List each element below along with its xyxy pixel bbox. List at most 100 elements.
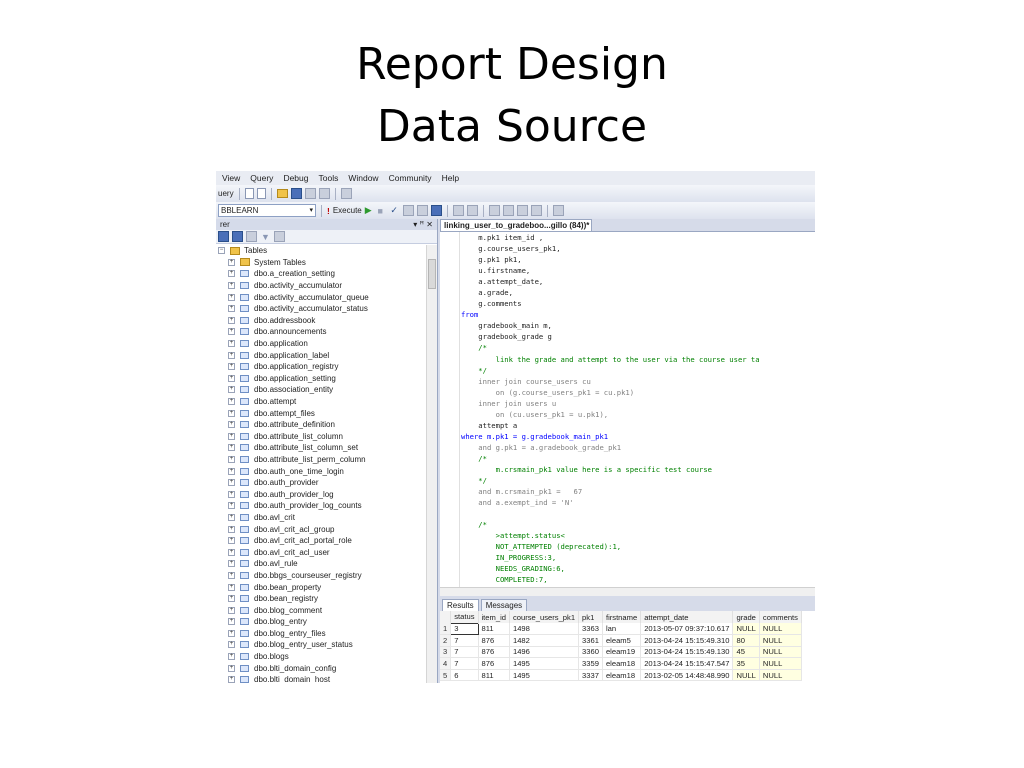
table-cell[interactable]: 3361 xyxy=(578,634,603,647)
expand-icon[interactable]: + xyxy=(228,490,235,498)
tree-node-table[interactable]: + dbo.blogs xyxy=(216,651,426,663)
expand-icon[interactable]: + xyxy=(228,455,235,463)
tree-node-table[interactable]: + dbo.blog_entry xyxy=(216,616,426,628)
table-cell[interactable]: NULL xyxy=(759,646,802,659)
tree-node-table[interactable]: + dbo.auth_provider_log xyxy=(216,488,426,500)
tree-node-table[interactable]: + dbo.avl_rule xyxy=(216,558,426,570)
results-grid[interactable]: status item_id course_users_pk1 pk1 firstnam… xyxy=(440,611,815,683)
expand-icon[interactable]: + xyxy=(228,374,235,382)
expand-icon[interactable]: + xyxy=(228,653,235,661)
expand-icon[interactable]: + xyxy=(228,560,235,568)
save-icon[interactable] xyxy=(290,188,302,199)
tree-node-table[interactable]: + dbo.application_registry xyxy=(216,361,426,373)
save-all-icon[interactable] xyxy=(304,188,316,199)
table-cell[interactable]: 2013-04-24 15:15:49.130 xyxy=(640,646,734,659)
table-cell[interactable]: 80 xyxy=(732,634,760,647)
table-cell[interactable]: eleam18 xyxy=(602,669,642,682)
open-folder-icon[interactable] xyxy=(276,189,288,198)
debug-play-icon[interactable]: ▶ xyxy=(365,205,372,216)
disconnect-icon[interactable] xyxy=(232,231,243,242)
table-row[interactable]: 5 6 811 1495 3337 eleam18 2013-02-05 14:48:48.… xyxy=(440,669,802,682)
expand-icon[interactable]: + xyxy=(228,664,235,672)
display-plan-icon[interactable] xyxy=(402,205,414,216)
table-cell[interactable]: 3 xyxy=(450,622,479,636)
table-row[interactable]: 1 3 811 1498 3363 lan 2013-05-07 09:37:10.617 N… xyxy=(440,622,802,636)
tree-node-table[interactable]: + dbo.blti_domain_config xyxy=(216,662,426,674)
new-project-icon[interactable] xyxy=(256,188,266,199)
filter-icon[interactable]: ▼ xyxy=(260,231,271,242)
expand-icon[interactable]: + xyxy=(228,513,235,521)
table-cell[interactable]: NULL xyxy=(759,657,802,670)
connect-icon[interactable] xyxy=(218,231,229,242)
new-query-label[interactable]: uery xyxy=(218,189,234,198)
expand-icon[interactable]: + xyxy=(228,270,235,278)
expand-icon[interactable]: + xyxy=(228,676,235,683)
column-header[interactable]: comments xyxy=(759,611,802,623)
table-cell[interactable]: 3337 xyxy=(578,669,603,682)
menu-tools[interactable]: Tools xyxy=(319,173,339,183)
expand-icon[interactable]: + xyxy=(228,351,235,359)
table-cell[interactable]: 3359 xyxy=(578,657,603,670)
row-number[interactable]: 4 xyxy=(440,657,452,670)
table-row[interactable]: 4 7 876 1495 3359 eleam18 2013-04-24 15:15:47.… xyxy=(440,657,802,670)
tree-node-table[interactable]: + dbo.a_creation_setting xyxy=(216,268,426,280)
refresh-icon[interactable] xyxy=(274,231,285,242)
table-cell[interactable]: NULL xyxy=(732,669,760,682)
tree-node-table[interactable]: + dbo.bean_property xyxy=(216,581,426,593)
table-cell[interactable]: 1498 xyxy=(509,623,580,636)
stop-icon[interactable] xyxy=(246,231,257,242)
parse-check-icon[interactable]: ✓ xyxy=(389,205,400,216)
table-cell[interactable]: 1482 xyxy=(509,634,580,647)
tree-node-table[interactable]: + dbo.addressbook xyxy=(216,315,426,327)
table-row[interactable]: 3 7 876 1496 3360 eleam19 2013-04-24 15:15:49.… xyxy=(440,646,802,659)
table-cell[interactable]: 1496 xyxy=(509,646,580,659)
table-cell[interactable]: NULL xyxy=(759,669,802,682)
table-cell[interactable]: 45 xyxy=(732,646,760,659)
menu-view[interactable]: View xyxy=(222,173,240,183)
table-cell[interactable]: 876 xyxy=(478,657,510,670)
tree-node-table[interactable]: + dbo.bbgs_courseuser_registry xyxy=(216,570,426,582)
database-select[interactable]: BBLEARN ▾ xyxy=(218,204,316,217)
table-cell[interactable]: NULL xyxy=(732,623,760,636)
tree-node-table[interactable]: + dbo.activity_accumulator_queue xyxy=(216,291,426,303)
expand-icon[interactable]: + xyxy=(228,340,235,348)
table-row[interactable]: 2 7 876 1482 3361 eleam5 2013-04-24 15:15:49.3… xyxy=(440,634,802,647)
tree-node-table[interactable]: + dbo.activity_accumulator xyxy=(216,280,426,292)
table-cell[interactable]: 876 xyxy=(478,646,510,659)
scrollbar-thumb[interactable] xyxy=(428,259,436,289)
expand-icon[interactable]: + xyxy=(228,583,235,591)
results-to-file-icon[interactable] xyxy=(466,205,478,216)
table-cell[interactable]: 811 xyxy=(478,623,510,636)
table-cell[interactable]: 3360 xyxy=(578,646,603,659)
tree-node-table[interactable]: + dbo.blog_entry_user_status xyxy=(216,639,426,651)
tree-node-table[interactable]: + dbo.blti_domain_host xyxy=(216,674,426,683)
tab-query-file[interactable]: linking_user_to_gradeboo...gillo (84))* xyxy=(440,219,592,231)
tree-node-table[interactable]: + dbo.avl_crit_acl_user xyxy=(216,546,426,558)
tree-node-table[interactable]: + dbo.application_label xyxy=(216,349,426,361)
table-cell[interactable]: 1495 xyxy=(509,657,580,670)
table-cell[interactable]: 876 xyxy=(478,634,510,647)
menu-query[interactable]: Query xyxy=(250,173,273,183)
expand-icon[interactable]: + xyxy=(228,363,235,371)
table-cell[interactable]: lan xyxy=(602,623,642,636)
expand-icon[interactable]: + xyxy=(228,328,235,336)
comment-out-icon[interactable] xyxy=(488,205,500,216)
execute-button[interactable]: Execute xyxy=(333,206,362,215)
table-cell[interactable]: 35 xyxy=(732,657,760,670)
column-header[interactable]: grade xyxy=(732,611,760,623)
table-cell[interactable]: eleam19 xyxy=(602,646,642,659)
expand-icon[interactable]: + xyxy=(228,571,235,579)
table-cell[interactable]: 2013-02-05 14:48:48.990 xyxy=(640,669,734,682)
menu-debug[interactable]: Debug xyxy=(283,173,308,183)
specify-values-icon[interactable] xyxy=(552,205,564,216)
menu-window[interactable]: Window xyxy=(348,173,378,183)
expand-icon[interactable]: + xyxy=(228,641,235,649)
explorer-scrollbar[interactable] xyxy=(426,245,437,683)
table-cell[interactable]: 2013-04-24 15:15:49.310 xyxy=(640,634,734,647)
row-number[interactable]: 2 xyxy=(440,634,452,647)
tree-node-table[interactable]: + dbo.attribute_list_perm_column xyxy=(216,454,426,466)
expand-icon[interactable]: + xyxy=(228,548,235,556)
tree-node-table[interactable]: + dbo.avl_crit xyxy=(216,512,426,524)
column-header[interactable]: status xyxy=(450,611,479,623)
table-cell[interactable]: 2013-04-24 15:15:47.547 xyxy=(640,657,734,670)
